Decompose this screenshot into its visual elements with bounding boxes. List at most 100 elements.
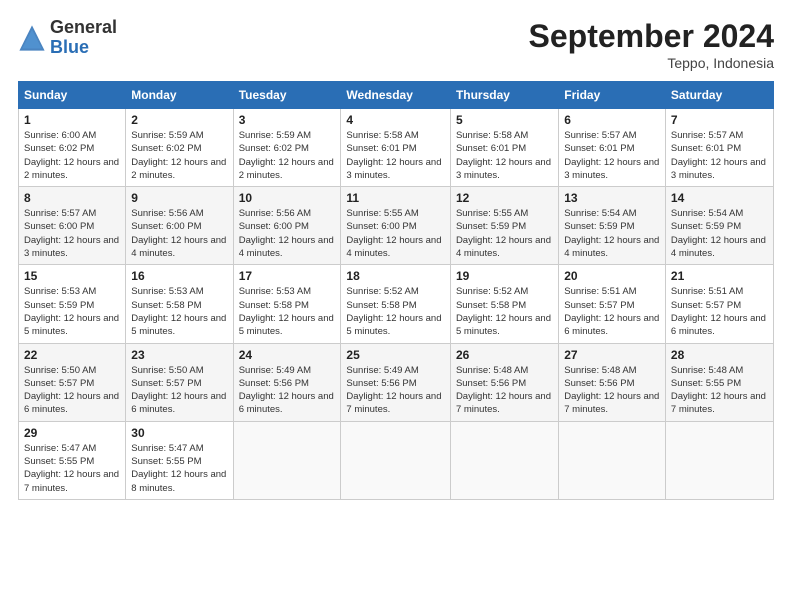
month-title: September 2024 bbox=[529, 18, 774, 55]
day-info: Sunrise: 5:57 AM Sunset: 6:01 PM Dayligh… bbox=[671, 129, 768, 182]
day-of-week-thursday: Thursday bbox=[450, 82, 558, 109]
day-number: 19 bbox=[456, 269, 553, 283]
day-info: Sunrise: 5:51 AM Sunset: 5:57 PM Dayligh… bbox=[564, 285, 660, 338]
day-number: 22 bbox=[24, 348, 120, 362]
calendar-cell: 20 Sunrise: 5:51 AM Sunset: 5:57 PM Dayli… bbox=[559, 265, 666, 343]
calendar-cell: 15 Sunrise: 5:53 AM Sunset: 5:59 PM Dayli… bbox=[19, 265, 126, 343]
day-number: 11 bbox=[346, 191, 445, 205]
day-number: 14 bbox=[671, 191, 768, 205]
calendar-cell: 7 Sunrise: 5:57 AM Sunset: 6:01 PM Daylig… bbox=[665, 109, 773, 187]
day-info: Sunrise: 5:47 AM Sunset: 5:55 PM Dayligh… bbox=[24, 442, 120, 495]
calendar-cell: 19 Sunrise: 5:52 AM Sunset: 5:58 PM Dayli… bbox=[450, 265, 558, 343]
header: General Blue September 2024 Teppo, Indon… bbox=[18, 18, 774, 71]
calendar-cell: 24 Sunrise: 5:49 AM Sunset: 5:56 PM Dayli… bbox=[233, 343, 341, 421]
calendar-cell: 16 Sunrise: 5:53 AM Sunset: 5:58 PM Dayli… bbox=[126, 265, 233, 343]
day-info: Sunrise: 5:59 AM Sunset: 6:02 PM Dayligh… bbox=[239, 129, 336, 182]
day-number: 29 bbox=[24, 426, 120, 440]
calendar-cell: 21Sunrise: 5:51 AM Sunset: 5:57 PM Dayli… bbox=[665, 265, 773, 343]
calendar-cell: 25Sunrise: 5:49 AM Sunset: 5:56 PM Dayli… bbox=[341, 343, 451, 421]
calendar-cell: 14Sunrise: 5:54 AM Sunset: 5:59 PM Dayli… bbox=[665, 187, 773, 265]
day-number: 5 bbox=[456, 113, 553, 127]
day-number: 10 bbox=[239, 191, 336, 205]
calendar-cell: 30 Sunrise: 5:47 AM Sunset: 5:55 PM Dayli… bbox=[126, 421, 233, 499]
day-info: Sunrise: 5:59 AM Sunset: 6:02 PM Dayligh… bbox=[131, 129, 227, 182]
day-number: 23 bbox=[131, 348, 227, 362]
calendar-cell: 11 Sunrise: 5:55 AM Sunset: 6:00 PM Dayli… bbox=[341, 187, 451, 265]
day-number: 26 bbox=[456, 348, 553, 362]
day-info: Sunrise: 5:55 AM Sunset: 6:00 PM Dayligh… bbox=[346, 207, 445, 260]
day-info: Sunrise: 5:58 AM Sunset: 6:01 PM Dayligh… bbox=[456, 129, 553, 182]
day-info: Sunrise: 5:56 AM Sunset: 6:00 PM Dayligh… bbox=[131, 207, 227, 260]
day-info: Sunrise: 5:55 AM Sunset: 5:59 PM Dayligh… bbox=[456, 207, 553, 260]
calendar-cell: 9 Sunrise: 5:56 AM Sunset: 6:00 PM Daylig… bbox=[126, 187, 233, 265]
day-number: 9 bbox=[131, 191, 227, 205]
day-info: Sunrise: 5:47 AM Sunset: 5:55 PM Dayligh… bbox=[131, 442, 227, 495]
calendar-cell: 22Sunrise: 5:50 AM Sunset: 5:57 PM Dayli… bbox=[19, 343, 126, 421]
day-of-week-sunday: Sunday bbox=[19, 82, 126, 109]
calendar-cell: 6Sunrise: 5:57 AM Sunset: 6:01 PM Daylig… bbox=[559, 109, 666, 187]
calendar-cell: 13 Sunrise: 5:54 AM Sunset: 5:59 PM Dayli… bbox=[559, 187, 666, 265]
title-block: September 2024 Teppo, Indonesia bbox=[529, 18, 774, 71]
calendar-cell: 12 Sunrise: 5:55 AM Sunset: 5:59 PM Dayli… bbox=[450, 187, 558, 265]
day-of-week-saturday: Saturday bbox=[665, 82, 773, 109]
calendar-cell: 8 Sunrise: 5:57 AM Sunset: 6:00 PM Daylig… bbox=[19, 187, 126, 265]
day-number: 13 bbox=[564, 191, 660, 205]
day-of-week-friday: Friday bbox=[559, 82, 666, 109]
day-number: 4 bbox=[346, 113, 445, 127]
day-info: Sunrise: 5:58 AM Sunset: 6:01 PM Dayligh… bbox=[346, 129, 445, 182]
day-number: 6 bbox=[564, 113, 660, 127]
day-number: 21 bbox=[671, 269, 768, 283]
logo-general-text: General bbox=[50, 17, 117, 37]
day-of-week-monday: Monday bbox=[126, 82, 233, 109]
location: Teppo, Indonesia bbox=[529, 55, 774, 71]
day-number: 7 bbox=[671, 113, 768, 127]
day-number: 12 bbox=[456, 191, 553, 205]
calendar-cell: 29 Sunrise: 5:47 AM Sunset: 5:55 PM Dayli… bbox=[19, 421, 126, 499]
calendar-cell: 5 Sunrise: 5:58 AM Sunset: 6:01 PM Daylig… bbox=[450, 109, 558, 187]
day-info: Sunrise: 5:53 AM Sunset: 5:58 PM Dayligh… bbox=[239, 285, 336, 338]
day-info: Sunrise: 5:49 AM Sunset: 5:56 PM Dayligh… bbox=[239, 364, 336, 417]
day-number: 3 bbox=[239, 113, 336, 127]
calendar-week-4: 29 Sunrise: 5:47 AM Sunset: 5:55 PM Dayli… bbox=[19, 421, 774, 499]
day-number: 25 bbox=[346, 348, 445, 362]
day-info: Sunrise: 5:48 AM Sunset: 5:56 PM Dayligh… bbox=[564, 364, 660, 417]
day-info: Sunrise: 5:52 AM Sunset: 5:58 PM Dayligh… bbox=[346, 285, 445, 338]
day-number: 30 bbox=[131, 426, 227, 440]
day-number: 1 bbox=[24, 113, 120, 127]
day-number: 15 bbox=[24, 269, 120, 283]
day-number: 20 bbox=[564, 269, 660, 283]
day-info: Sunrise: 5:56 AM Sunset: 6:00 PM Dayligh… bbox=[239, 207, 336, 260]
day-number: 2 bbox=[131, 113, 227, 127]
calendar-week-3: 22Sunrise: 5:50 AM Sunset: 5:57 PM Dayli… bbox=[19, 343, 774, 421]
calendar-cell: 28Sunrise: 5:48 AM Sunset: 5:55 PM Dayli… bbox=[665, 343, 773, 421]
calendar-cell: 1Sunrise: 6:00 AM Sunset: 6:02 PM Daylig… bbox=[19, 109, 126, 187]
day-number: 8 bbox=[24, 191, 120, 205]
day-of-week-wednesday: Wednesday bbox=[341, 82, 451, 109]
calendar-week-0: 1Sunrise: 6:00 AM Sunset: 6:02 PM Daylig… bbox=[19, 109, 774, 187]
calendar-cell bbox=[450, 421, 558, 499]
day-number: 28 bbox=[671, 348, 768, 362]
day-number: 24 bbox=[239, 348, 336, 362]
day-info: Sunrise: 5:54 AM Sunset: 5:59 PM Dayligh… bbox=[564, 207, 660, 260]
calendar-cell: 18Sunrise: 5:52 AM Sunset: 5:58 PM Dayli… bbox=[341, 265, 451, 343]
day-info: Sunrise: 5:52 AM Sunset: 5:58 PM Dayligh… bbox=[456, 285, 553, 338]
logo-text: General Blue bbox=[50, 18, 117, 58]
calendar-cell bbox=[233, 421, 341, 499]
calendar-week-1: 8 Sunrise: 5:57 AM Sunset: 6:00 PM Daylig… bbox=[19, 187, 774, 265]
day-info: Sunrise: 5:53 AM Sunset: 5:59 PM Dayligh… bbox=[24, 285, 120, 338]
calendar-cell: 17 Sunrise: 5:53 AM Sunset: 5:58 PM Dayli… bbox=[233, 265, 341, 343]
calendar-week-2: 15 Sunrise: 5:53 AM Sunset: 5:59 PM Dayli… bbox=[19, 265, 774, 343]
day-number: 16 bbox=[131, 269, 227, 283]
day-info: Sunrise: 5:53 AM Sunset: 5:58 PM Dayligh… bbox=[131, 285, 227, 338]
day-info: Sunrise: 5:57 AM Sunset: 6:00 PM Dayligh… bbox=[24, 207, 120, 260]
day-number: 17 bbox=[239, 269, 336, 283]
day-of-week-tuesday: Tuesday bbox=[233, 82, 341, 109]
page: General Blue September 2024 Teppo, Indon… bbox=[0, 0, 792, 612]
calendar-cell: 2 Sunrise: 5:59 AM Sunset: 6:02 PM Daylig… bbox=[126, 109, 233, 187]
calendar-cell bbox=[341, 421, 451, 499]
calendar-cell: 27Sunrise: 5:48 AM Sunset: 5:56 PM Dayli… bbox=[559, 343, 666, 421]
day-info: Sunrise: 5:48 AM Sunset: 5:56 PM Dayligh… bbox=[456, 364, 553, 417]
calendar-cell bbox=[665, 421, 773, 499]
calendar-cell bbox=[559, 421, 666, 499]
calendar-cell: 26 Sunrise: 5:48 AM Sunset: 5:56 PM Dayli… bbox=[450, 343, 558, 421]
